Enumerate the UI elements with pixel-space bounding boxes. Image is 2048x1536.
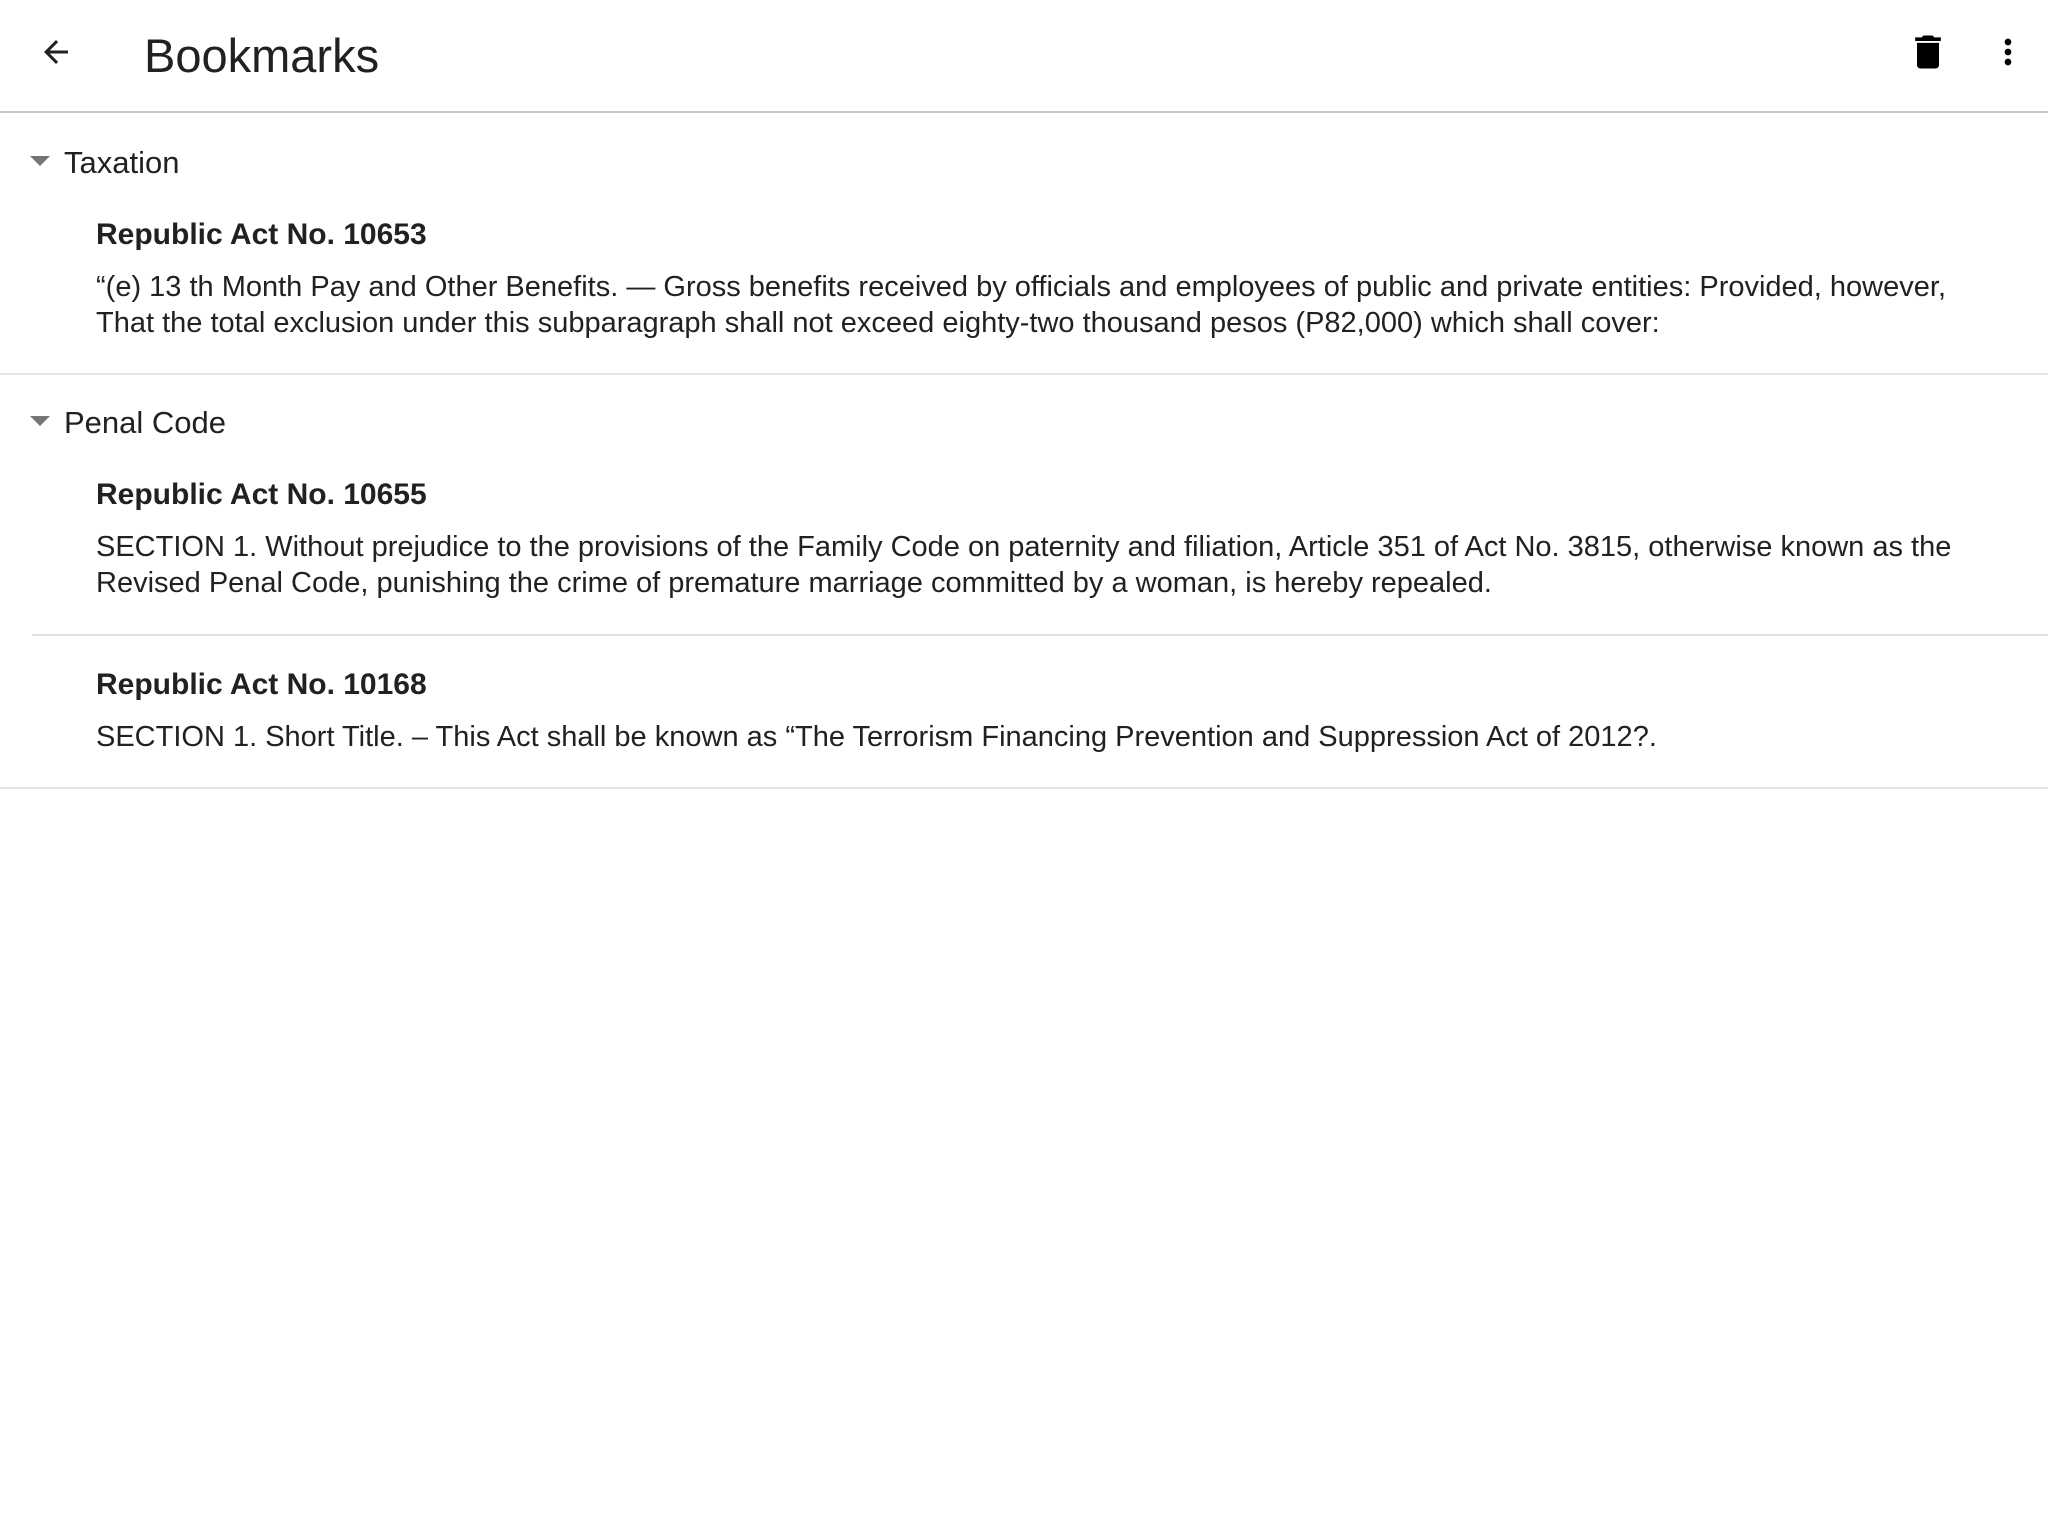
bookmark-item[interactable]: Republic Act No. 10655 SECTION 1. Withou… — [0, 471, 2048, 634]
back-button[interactable] — [26, 22, 86, 82]
divider — [0, 787, 2048, 789]
app-bar: Bookmarks — [0, 0, 2048, 113]
group-label: Taxation — [64, 145, 180, 180]
caret-down-icon — [30, 156, 50, 166]
bookmark-text: “(e) 13 th Month Pay and Other Benefits.… — [96, 271, 1946, 339]
group-header-taxation[interactable]: Taxation — [0, 115, 2048, 211]
bookmark-text: SECTION 1. Short Title. – This Act shall… — [96, 721, 1657, 753]
more-vertical-icon — [2004, 38, 2012, 66]
bookmark-title: Republic Act No. 10653 — [96, 218, 427, 251]
more-options-button[interactable] — [1978, 22, 2038, 82]
page-title: Bookmarks — [144, 29, 380, 82]
bookmark-title: Republic Act No. 10655 — [96, 478, 427, 511]
bookmark-item[interactable]: Republic Act No. 10653 “(e) 13 th Month … — [0, 211, 2048, 373]
caret-down-icon — [30, 416, 50, 426]
delete-button[interactable] — [1898, 22, 1958, 82]
bookmark-title: Republic Act No. 10168 — [96, 668, 427, 701]
group-header-penal-code[interactable]: Penal Code — [0, 375, 2048, 471]
arrow-left-icon — [44, 40, 68, 64]
trash-icon — [1915, 35, 1941, 69]
bookmark-text: SECTION 1. Without prejudice to the prov… — [96, 531, 1952, 599]
bookmark-item[interactable]: Republic Act No. 10168 SECTION 1. Short … — [0, 636, 2048, 787]
bookmark-list: Taxation Republic Act No. 10653 “(e) 13 … — [0, 115, 2048, 789]
group-label: Penal Code — [64, 405, 227, 440]
